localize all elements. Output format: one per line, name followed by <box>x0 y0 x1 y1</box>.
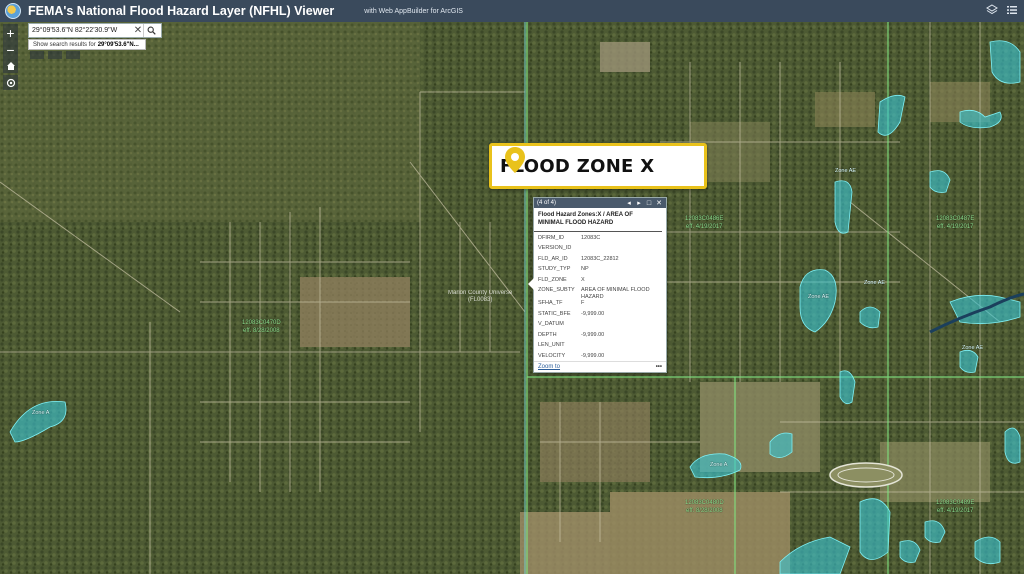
attribute-key: DFIRM_ID <box>538 234 564 241</box>
layers-icon[interactable] <box>986 4 998 16</box>
popup-count: (4 of 4) <box>537 200 557 206</box>
menu-list-icon[interactable] <box>1006 4 1018 16</box>
previous-icon[interactable]: ◂ <box>625 199 633 207</box>
zoom-in-button[interactable]: + <box>3 24 18 41</box>
zone-label: Zone AE <box>962 345 984 351</box>
attribute-value: 12083C <box>581 234 601 241</box>
app-subtitle: with Web AppBuilder for ArcGIS <box>364 7 463 15</box>
close-icon[interactable]: ✕ <box>655 199 663 207</box>
panel-label-0486: 12083C0486E eff. 4/19/2017 <box>685 216 724 230</box>
attribute-row: STATIC_BFE -9,999.00 <box>538 311 666 322</box>
attribute-row: DEPTH -9,999.00 <box>538 332 666 343</box>
zoom-out-button[interactable]: − <box>3 41 18 58</box>
search-button[interactable] <box>143 24 159 37</box>
attribute-row: V_DATUM <box>538 321 666 332</box>
attribute-key: STUDY_TYP <box>538 266 571 273</box>
attribute-value: 12083C_22812 <box>581 255 619 262</box>
popup-titlebar: (4 of 4) ◂ ▸ □ ✕ <box>534 198 666 208</box>
maximize-icon[interactable]: □ <box>645 199 653 207</box>
attribute-key: FLD_ZONE <box>538 276 567 283</box>
next-icon[interactable]: ▸ <box>635 199 643 207</box>
attribute-value: -9,999.00 <box>581 352 605 359</box>
attribute-key: VELOCITY <box>538 352 566 359</box>
attribute-row: SFHA_TF F <box>538 300 666 311</box>
map-pin-icon <box>505 147 525 173</box>
attribute-key: STATIC_BFE <box>538 310 571 317</box>
map-view[interactable]: 12083C0470D eff. 8/28/2008 12083C0486E eff… <box>0 22 1024 574</box>
attribute-key: FLD_AR_ID <box>538 255 568 262</box>
suggestion-prefix: Show search results for <box>33 41 96 48</box>
feature-popup: (4 of 4) ◂ ▸ □ ✕ Flood Hazard Zones:X / … <box>528 197 667 373</box>
app-title: FEMA's National Flood Hazard Layer (NFHL… <box>28 4 335 18</box>
search-input[interactable] <box>29 27 133 34</box>
attribute-value: NP <box>581 266 589 273</box>
attribute-value: X <box>581 276 585 283</box>
attribute-key: V_DATUM <box>538 321 564 328</box>
search-box: ✕ <box>28 23 162 38</box>
zone-label: Zone AE <box>864 280 886 286</box>
attribute-row: STUDY_TYP NP <box>538 266 666 277</box>
widget-button-2[interactable] <box>48 51 62 59</box>
widget-button-1[interactable] <box>30 51 44 59</box>
panel-label-0487: 12083C0487E eff. 4/19/2017 <box>936 216 975 230</box>
zone-label: Zone AE <box>835 168 857 174</box>
search-icon <box>147 26 156 35</box>
attribute-value: -9,999.00 <box>581 331 605 338</box>
zone-label: Zone A <box>710 462 728 468</box>
fema-logo <box>5 3 21 19</box>
widget-button-3[interactable] <box>66 51 80 59</box>
search-suggestion[interactable]: Show search results for 29°09'53.6"N... <box>28 39 146 50</box>
attribute-value: -9,999.00 <box>581 310 605 317</box>
panel-label-0470: 12083C0470D eff. 8/28/2008 <box>242 320 281 334</box>
attribute-row: VERSION_ID <box>538 245 666 256</box>
attribute-key: LEN_UNIT <box>538 342 565 349</box>
locate-button[interactable] <box>3 75 18 90</box>
attribute-row: FLD_AR_ID 12083C_22812 <box>538 256 666 267</box>
attribute-row: ZONE_SUBTY AREA OF MINIMAL FLOOD HAZARD <box>538 287 666 300</box>
home-icon <box>6 61 15 70</box>
more-options-icon[interactable]: ••• <box>656 364 662 370</box>
panel-label-0480: 12083C0480D eff. 8/28/2008 <box>685 500 724 514</box>
attribute-key: DEPTH <box>538 331 557 338</box>
home-button[interactable] <box>3 58 18 73</box>
zone-label: Zone A <box>32 410 50 416</box>
zoom-control: + − <box>3 24 18 58</box>
attribute-row: LEN_UNIT <box>538 342 666 353</box>
attribute-key: ZONE_SUBTY <box>538 287 575 294</box>
flood-zone-callout: FLOOD ZONE X <box>489 143 707 189</box>
app-header: FEMA's National Flood Hazard Layer (NFHL… <box>0 0 1024 22</box>
zoom-to-link[interactable]: Zoom to <box>538 364 656 370</box>
attribute-row: FLD_ZONE X <box>538 277 666 288</box>
place-label: Marion County Universe (FL0083) <box>448 290 513 304</box>
attribute-value: F <box>581 300 585 307</box>
attribute-key: SFHA_TF <box>538 300 563 307</box>
clear-search-icon[interactable]: ✕ <box>133 25 143 36</box>
zone-label: Zone AE <box>808 294 830 300</box>
attribute-value: AREA OF MINIMAL FLOOD HAZARD <box>581 287 650 300</box>
panel-label-0489: 12083C0489E eff. 4/19/2017 <box>936 500 975 514</box>
popup-title: Flood Hazard Zones:X / AREA OF MINIMAL F… <box>534 208 662 232</box>
attribute-key: VERSION_ID <box>538 245 572 252</box>
attribute-table: DFIRM_ID 12083C VERSION_ID FLD_AR_ID 12083C_… <box>538 235 666 364</box>
attribute-row: DFIRM_ID 12083C <box>538 235 666 246</box>
locate-icon <box>6 78 15 87</box>
suggestion-term: 29°09'53.6"N... <box>97 41 139 48</box>
